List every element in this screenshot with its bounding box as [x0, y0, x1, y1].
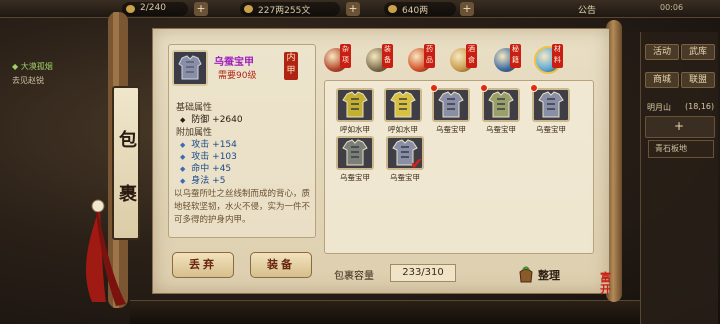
- inventory-slot[interactable]: [532, 88, 570, 122]
- bag-icon[interactable]: [516, 264, 536, 284]
- equip-button[interactable]: 装备: [250, 252, 312, 278]
- category-label: 秘籍: [510, 44, 521, 68]
- item-description: 以乌蚕所吐之丝线制而成的背心，质地轻软坚韧，水火不侵，实为一件不可多得的护身内甲…: [174, 189, 311, 225]
- silver-counter: 227两255文: [240, 2, 340, 16]
- inventory-title: 包 裹: [112, 86, 140, 240]
- new-item-dot-icon: [480, 84, 488, 92]
- category-tab-4[interactable]: 秘籍: [494, 44, 524, 74]
- armor-icon: [488, 91, 514, 118]
- category-label: 药品: [424, 44, 435, 68]
- item-level-requirement: 需要90级: [218, 71, 257, 81]
- inventory-slot-label: 乌蚕宝甲: [390, 173, 420, 182]
- sort-button[interactable]: 整理: [538, 267, 560, 283]
- capacity-value: 233/310: [390, 264, 456, 282]
- category-tab-2[interactable]: 药品: [408, 44, 438, 74]
- armor-icon: [342, 91, 368, 118]
- inventory-slot[interactable]: [432, 88, 470, 122]
- armor-icon: [390, 91, 416, 118]
- armory-button[interactable]: 武库: [681, 44, 715, 60]
- discard-button[interactable]: 丢弃: [172, 252, 234, 278]
- inventory-slot[interactable]: [336, 88, 374, 122]
- logo-seal: 富开: [600, 271, 611, 296]
- right-side-panel: 活动 武库 商城 联盟 明月山 (18,16) +: [640, 32, 718, 324]
- location-coords: (18,16): [685, 102, 715, 111]
- new-item-dot-icon: [530, 84, 538, 92]
- plus-icon: +: [674, 119, 685, 133]
- inventory-slot-label: 呼如水甲: [388, 125, 418, 134]
- add-gold-button[interactable]: +: [460, 2, 474, 16]
- armor-icon: [342, 139, 368, 166]
- clock-text: 00:06: [660, 3, 684, 12]
- add-silver-button[interactable]: +: [346, 2, 360, 16]
- armor-icon: [438, 91, 464, 118]
- category-tab-0[interactable]: 杂项: [324, 44, 354, 74]
- add-stamina-button[interactable]: +: [194, 2, 208, 16]
- inventory-slot-label: 乌蚕宝甲: [436, 125, 466, 134]
- category-label: 杂项: [340, 44, 351, 68]
- minimap-toggle[interactable]: +: [645, 116, 715, 138]
- armor-icon: [172, 50, 208, 86]
- announcement-button[interactable]: 公告: [578, 3, 596, 16]
- inventory-slot-label: 乌蚕宝甲: [536, 125, 566, 134]
- new-item-dot-icon: [430, 84, 438, 92]
- activity-button[interactable]: 活动: [645, 44, 679, 60]
- category-tab-1[interactable]: 装备: [366, 44, 396, 74]
- shop-button[interactable]: 商城: [645, 72, 679, 88]
- category-label: 装备: [382, 44, 393, 68]
- inventory-slot[interactable]: [482, 88, 520, 122]
- location-name: 明月山: [647, 103, 671, 112]
- extra-stat-agility: 身法 +5: [180, 173, 225, 186]
- category-tab-5[interactable]: 材料: [536, 44, 566, 74]
- selected-check-icon: ✔: [410, 154, 424, 173]
- capacity-label: 包裹容量: [334, 271, 374, 282]
- bottom-action-bar: [130, 300, 640, 324]
- armor-icon: [538, 91, 564, 118]
- item-name: 乌蚕宝甲: [214, 57, 254, 68]
- base-stat-defense: 防御 +2640: [180, 112, 242, 125]
- inventory-slot-label: 乌蚕宝甲: [486, 125, 516, 134]
- inventory-slot[interactable]: [384, 88, 422, 122]
- alliance-button[interactable]: 联盟: [681, 72, 715, 88]
- gold-counter: 640两: [384, 2, 456, 16]
- inventory-slot-label: 呼如水甲: [340, 125, 370, 134]
- category-tab-3[interactable]: 酒食: [450, 44, 480, 74]
- inventory-slot-label: 乌蚕宝甲: [340, 173, 370, 182]
- category-label: 酒食: [466, 44, 477, 68]
- category-label: 材料: [552, 44, 563, 68]
- terrain-label: 青石板地: [648, 140, 714, 158]
- inventory-slot[interactable]: [336, 136, 374, 170]
- equip-slot-tag: 内甲: [284, 52, 298, 80]
